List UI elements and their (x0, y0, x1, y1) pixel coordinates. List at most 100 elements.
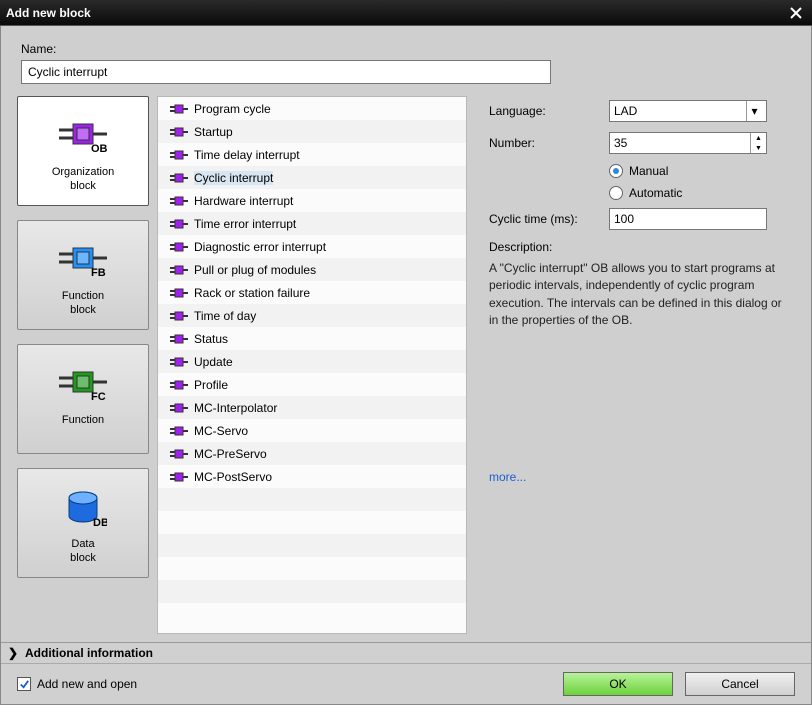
block-type-ob[interactable]: OB Organizationblock (17, 96, 149, 206)
block-ob-icon: OB (55, 107, 111, 165)
block-type-fc[interactable]: FC Function (17, 344, 149, 454)
ob-icon (170, 309, 188, 323)
ob-list-item[interactable]: Rack or station failure (158, 281, 466, 304)
ob-item-label: MC-Interpolator (194, 401, 277, 415)
block-fb-icon: FB (55, 231, 111, 289)
add-open-label: Add new and open (37, 677, 137, 691)
description-text: A "Cyclic interrupt" OB allows you to st… (489, 260, 785, 330)
ob-item-label: Pull or plug of modules (194, 263, 316, 277)
block-type-label: Datablock (70, 537, 96, 566)
close-button[interactable] (786, 4, 806, 22)
ob-icon (170, 217, 188, 231)
ob-icon (170, 240, 188, 254)
radio-icon (609, 186, 623, 200)
language-label: Language: (489, 104, 609, 118)
ob-list-item[interactable]: MC-Servo (158, 419, 466, 442)
ob-icon (170, 447, 188, 461)
ob-list-item[interactable]: MC-Interpolator (158, 396, 466, 419)
ob-item-label: MC-PostServo (194, 470, 272, 484)
ob-icon (170, 401, 188, 415)
ob-icon (170, 470, 188, 484)
ob-list-item[interactable]: Update (158, 350, 466, 373)
block-type-fb[interactable]: FB Functionblock (17, 220, 149, 330)
name-input[interactable] (21, 60, 551, 84)
ob-icon (170, 194, 188, 208)
ob-list-item[interactable]: Time of day (158, 304, 466, 327)
block-fc-icon: FC (55, 355, 111, 413)
more-link[interactable]: more... (489, 470, 785, 484)
ob-list-item[interactable]: Time delay interrupt (158, 143, 466, 166)
ob-item-label: Status (194, 332, 228, 346)
ob-item-label: Time error interrupt (194, 217, 296, 231)
name-label: Name: (21, 42, 791, 56)
number-value: 35 (614, 136, 627, 150)
check-icon (19, 679, 30, 690)
manual-label: Manual (629, 164, 668, 178)
cyclic-time-label: Cyclic time (ms): (489, 212, 609, 226)
ob-icon (170, 171, 188, 185)
additional-info-header: Additional information (25, 646, 153, 660)
ob-icon (170, 125, 188, 139)
ob-icon (170, 378, 188, 392)
ob-item-label: MC-PreServo (194, 447, 267, 461)
ob-list-item[interactable]: MC-PreServo (158, 442, 466, 465)
svg-text:FC: FC (91, 391, 106, 403)
title-bar: Add new block (0, 0, 812, 26)
spin-down-icon[interactable]: ▼ (751, 143, 766, 153)
ob-icon (170, 355, 188, 369)
ob-icon (170, 148, 188, 162)
ob-icon (170, 102, 188, 116)
ob-list-item[interactable]: Status (158, 327, 466, 350)
svg-text:DB: DB (93, 517, 107, 529)
radio-icon (609, 164, 623, 178)
ob-list-item[interactable]: Time error interrupt (158, 212, 466, 235)
cyclic-time-value: 100 (614, 212, 634, 226)
block-type-label: Function (62, 413, 104, 427)
chevron-down-icon: ▾ (746, 101, 762, 121)
radio-manual[interactable]: Manual (609, 164, 785, 178)
ob-icon (170, 286, 188, 300)
language-select[interactable]: LAD ▾ (609, 100, 767, 122)
svg-text:OB: OB (91, 143, 108, 155)
spin-up-icon[interactable]: ▲ (751, 133, 766, 143)
ob-item-label: Update (194, 355, 233, 369)
block-type-label: Functionblock (62, 289, 104, 318)
ob-item-label: MC-Servo (194, 424, 248, 438)
ob-list-item[interactable]: Cyclic interrupt (158, 166, 466, 189)
ob-list-item[interactable]: Startup (158, 120, 466, 143)
ob-list-item[interactable]: Program cycle (158, 97, 466, 120)
cancel-button[interactable]: Cancel (685, 672, 795, 696)
ob-item-label: Hardware interrupt (194, 194, 293, 208)
radio-automatic[interactable]: Automatic (609, 186, 785, 200)
number-label: Number: (489, 136, 609, 150)
svg-text:FB: FB (91, 267, 106, 279)
ob-list-item[interactable]: Hardware interrupt (158, 189, 466, 212)
expand-additional-info[interactable]: ❯ (5, 646, 21, 660)
ob-list-item[interactable]: Diagnostic error interrupt (158, 235, 466, 258)
ob-list-item[interactable]: Profile (158, 373, 466, 396)
description-header: Description: (489, 240, 785, 254)
cyclic-time-input[interactable]: 100 (609, 208, 767, 230)
ob-type-list[interactable]: Program cycle Startup Time delay interrupt… (157, 96, 467, 634)
ob-item-label: Cyclic interrupt (194, 171, 273, 185)
ob-list-item[interactable]: MC-PostServo (158, 465, 466, 488)
ok-button[interactable]: OK (563, 672, 673, 696)
ob-item-label: Time of day (194, 309, 256, 323)
close-icon (789, 6, 803, 20)
language-value: LAD (614, 104, 637, 118)
ob-item-label: Rack or station failure (194, 286, 310, 300)
ob-item-label: Diagnostic error interrupt (194, 240, 326, 254)
dialog-title: Add new block (6, 6, 786, 20)
ob-item-label: Startup (194, 125, 233, 139)
add-open-checkbox[interactable] (17, 677, 31, 691)
block-type-label: Organizationblock (52, 165, 114, 194)
block-db-icon: DB (59, 479, 107, 537)
ob-icon (170, 332, 188, 346)
ob-item-label: Time delay interrupt (194, 148, 300, 162)
ob-icon (170, 424, 188, 438)
block-type-db[interactable]: DB Datablock (17, 468, 149, 578)
ob-item-label: Program cycle (194, 102, 271, 116)
automatic-label: Automatic (629, 186, 682, 200)
ob-list-item[interactable]: Pull or plug of modules (158, 258, 466, 281)
number-input[interactable]: 35 ▲ ▼ (609, 132, 767, 154)
